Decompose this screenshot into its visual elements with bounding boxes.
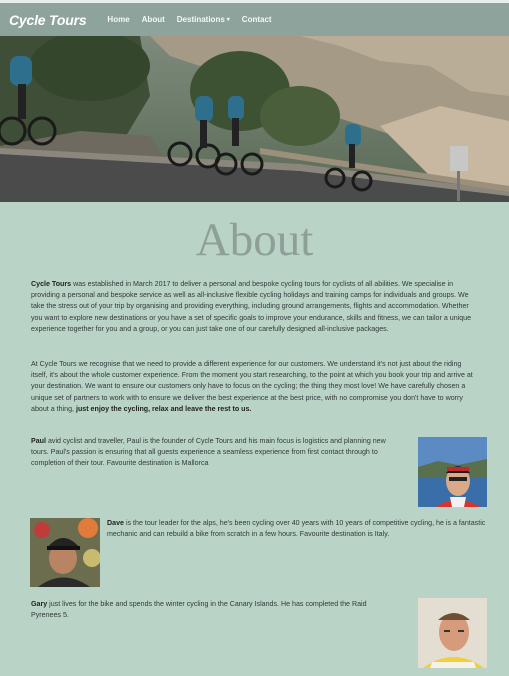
nav-links: Home About Destinations ▾ Contact (107, 15, 283, 24)
navbar: Cycle Tours Home About Destinations ▾ Con… (0, 3, 509, 36)
page-title: About (195, 214, 314, 266)
experience-tagline: just enjoy the cycling, relax and leave … (74, 404, 252, 413)
avatar-paul (418, 437, 487, 507)
team-name: Dave (107, 519, 124, 527)
nav-link-destinations-label: Destinations (176, 15, 225, 24)
brand-logo[interactable]: Cycle Tours (9, 12, 87, 28)
team-bio-text: avid cyclist and traveller, Paul is the … (31, 437, 386, 468)
team-bio-text: just lives for the bike and spends the w… (31, 600, 367, 620)
nav-link-destinations[interactable]: Destinations ▾ (177, 15, 230, 24)
experience-paragraph: At Cycle Tours we recognise that we need… (31, 359, 478, 415)
intro-text: was established in March 2017 to deliver… (31, 280, 472, 333)
nav-link-home[interactable]: Home (107, 15, 129, 24)
hero-image (0, 36, 509, 202)
team-name: Paul (31, 437, 46, 445)
nav-link-about[interactable]: About (142, 15, 165, 24)
team-bio-paul: Paul avid cyclist and traveller, Paul is… (31, 436, 396, 470)
team-bio-text: is the tour leader for the alps, he's be… (107, 519, 486, 539)
team-bio-dave: Dave is the tour leader for the alps, he… (107, 518, 492, 540)
avatar-gary (418, 598, 487, 668)
avatar-dave (30, 518, 100, 587)
chevron-down-icon: ▾ (226, 17, 230, 23)
intro-paragraph: Cycle Tours was established in March 201… (31, 279, 478, 335)
nav-link-contact[interactable]: Contact (242, 15, 272, 24)
team-name: Gary (31, 600, 48, 608)
team-bio-gary: Gary just lives for the bike and spends … (31, 599, 396, 621)
company-name: Cycle Tours (31, 280, 72, 288)
